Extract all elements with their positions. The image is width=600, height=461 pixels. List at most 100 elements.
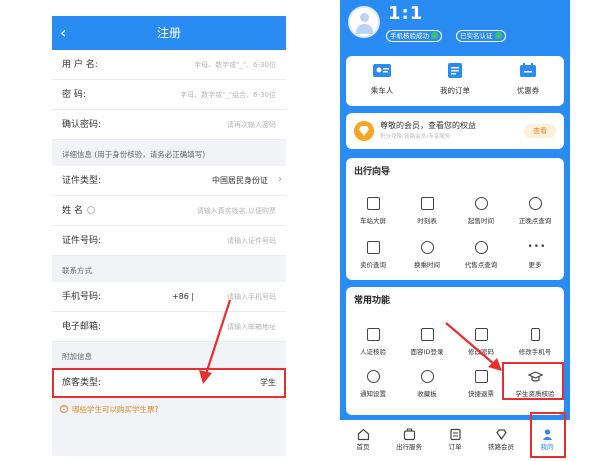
phone-field[interactable]: 手机号码: +86 | 请输入手机号码 <box>52 282 286 312</box>
id-number-field[interactable]: 证件号码: 请输入证件号码 <box>52 226 286 256</box>
guide-timetable-label: 时刻表 <box>417 217 437 225</box>
travel-guide-title: 出行向导 <box>354 167 391 177</box>
tab-orders[interactable]: 订单 <box>432 426 478 452</box>
help-circle-icon[interactable] <box>86 206 95 214</box>
tab-home[interactable]: 首页 <box>340 426 386 452</box>
face-id-icon <box>420 327 435 342</box>
password-field[interactable]: 密 码: 字母、数字或"_"组合、6-30位 <box>52 80 286 110</box>
guide-sale-time[interactable]: 起售时间 <box>454 196 508 226</box>
user-name: 1:1 <box>388 3 424 24</box>
phone-verified-badge: 手机核验成功 <box>386 30 442 42</box>
func-change-password-label: 修改密码 <box>468 348 494 356</box>
quick-actions: 乘车人 我的订单 优惠券 <box>346 56 564 106</box>
view-benefits-button[interactable]: 查看 <box>524 124 556 138</box>
phone-label: 手机号码: <box>62 292 102 302</box>
func-notification-settings[interactable]: 通知设置 <box>346 369 400 399</box>
name-field[interactable]: 姓 名 请输入真实姓名,以便购票 <box>52 196 286 226</box>
notice-text[interactable]: 哪些学生可以购买学生票? <box>72 405 158 415</box>
phone-icon <box>528 327 543 342</box>
quick-orders[interactable]: 我的订单 <box>419 62 491 96</box>
id-type-field[interactable]: 证件类型: 中国居民身份证 › <box>52 166 286 196</box>
quick-passenger-label: 乘车人 <box>370 86 394 95</box>
tab-mine-highlight <box>530 412 566 458</box>
info-icon: ! <box>60 405 68 413</box>
member-benefits-title: 尊敬的会员，查看您的权益 <box>380 121 476 130</box>
func-id-verify[interactable]: 人证核验 <box>346 327 400 357</box>
quick-passenger[interactable]: 乘车人 <box>346 62 418 96</box>
transfer-time-icon <box>420 240 435 255</box>
guide-transfer-time[interactable]: 换乘时间 <box>400 240 454 270</box>
tab-home-label: 首页 <box>356 443 370 451</box>
quick-coupons-label: 优惠券 <box>516 86 540 95</box>
tab-railway-member[interactable]: 铁路会员 <box>478 426 524 452</box>
name-placeholder[interactable]: 请输入真实姓名,以便购票 <box>197 205 276 217</box>
detail-section-header: 详细信息 (用于身份核验，请务必正确填写) <box>52 140 286 166</box>
guide-timetable[interactable]: 时刻表 <box>400 196 454 226</box>
chevron-right-icon: › <box>278 174 282 185</box>
id-verify-icon <box>366 327 381 342</box>
id-type-label: 证件类型: <box>62 176 102 186</box>
email-field[interactable]: 电子邮箱: 请输入邮箱地址 <box>52 312 286 342</box>
common-functions-title: 常用功能 <box>354 296 391 306</box>
guide-delay-query[interactable]: 正晚点查询 <box>508 196 562 226</box>
delay-query-icon <box>528 196 543 211</box>
home-icon <box>357 426 370 441</box>
detail-section-label: 详细信息 (用于身份核验，请务必正确填写) <box>62 150 206 159</box>
confirm-password-field[interactable]: 确认密码: 请再次输入密码 <box>52 110 286 140</box>
email-placeholder[interactable]: 请输入邮箱地址 <box>227 321 276 333</box>
check-circle-icon <box>494 32 502 39</box>
password-placeholder[interactable]: 字母、数字或"_"组合、6-30位 <box>180 89 276 101</box>
country-code-text: +86 <box>172 292 189 301</box>
func-change-password[interactable]: 修改密码 <box>454 327 508 357</box>
member-icon <box>495 426 508 441</box>
member-benefits-card[interactable]: 尊敬的会员，查看您的权益 积分兑换(铁路会员)专享服务 查看 <box>346 113 564 149</box>
phone-placeholder[interactable]: 请输入手机号码 <box>227 291 276 303</box>
guide-price-query-label: 卖价查询 <box>360 261 386 269</box>
avatar[interactable] <box>348 6 380 38</box>
name-label-wrap: 姓 名 <box>62 205 95 217</box>
username-field[interactable]: 用 户 名: 字母、数字或"_"、6-30位 <box>52 50 286 80</box>
guide-agency-query-label: 代售点查询 <box>464 261 498 269</box>
passenger-type-field[interactable]: 旅客类型: 学生 <box>52 368 286 398</box>
func-quick-refund[interactable]: 快捷退票 <box>454 369 508 399</box>
tab-orders-label: 订单 <box>448 443 462 451</box>
func-change-phone[interactable]: 修改手机号 <box>508 327 562 357</box>
contact-section-header: 联系方式 <box>52 256 286 282</box>
more-icon: ••• <box>527 242 547 252</box>
guide-station-screen[interactable]: 车站大屏 <box>346 196 400 226</box>
password-label: 密 码: <box>62 90 86 100</box>
sale-time-icon <box>474 196 489 211</box>
student-verify-highlight <box>502 362 564 400</box>
check-circle-icon <box>431 32 438 39</box>
tab-travel-service[interactable]: 出行服务 <box>386 426 432 452</box>
id-number-label: 证件号码: <box>62 236 102 246</box>
id-type-value: 中国居民身份证 <box>212 176 268 185</box>
confirm-password-label: 确认密码: <box>62 120 102 130</box>
name-label: 姓 名 <box>62 206 83 216</box>
timetable-icon <box>420 196 435 211</box>
guide-agency-query[interactable]: 代售点查询 <box>454 240 508 270</box>
bell-icon <box>366 369 381 384</box>
id-number-placeholder[interactable]: 请输入证件号码 <box>227 235 276 247</box>
extra-section-label: 附加信息 <box>62 352 92 361</box>
coupon-icon <box>518 62 538 79</box>
guide-price-query[interactable]: 卖价查询 <box>346 240 400 270</box>
quick-coupons[interactable]: 优惠券 <box>492 62 564 96</box>
func-quick-refund-label: 快捷退票 <box>468 390 494 398</box>
student-ticket-notice[interactable]: ! 哪些学生可以购买学生票? <box>52 398 286 422</box>
order-icon <box>449 426 462 441</box>
guide-station-screen-label: 车站大屏 <box>360 217 386 225</box>
agency-query-icon <box>474 240 489 255</box>
guide-more[interactable]: ••• 更多 <box>508 240 562 270</box>
country-code[interactable]: +86 | <box>172 291 194 303</box>
func-notification-settings-label: 通知设置 <box>360 390 386 398</box>
passenger-type-value[interactable]: 学生 <box>260 377 276 389</box>
register-header: ‹ 注册 <box>52 16 286 50</box>
func-face-id[interactable]: 面容ID登录 <box>400 327 454 357</box>
func-favorites[interactable]: 收藏板 <box>400 369 454 399</box>
order-list-icon <box>445 62 465 79</box>
realname-verified-text: 已实名认证 <box>460 32 493 40</box>
username-placeholder[interactable]: 字母、数字或"_"、6-30位 <box>194 59 276 71</box>
quick-orders-label: 我的订单 <box>440 86 470 95</box>
confirm-password-placeholder[interactable]: 请再次输入密码 <box>227 119 276 131</box>
